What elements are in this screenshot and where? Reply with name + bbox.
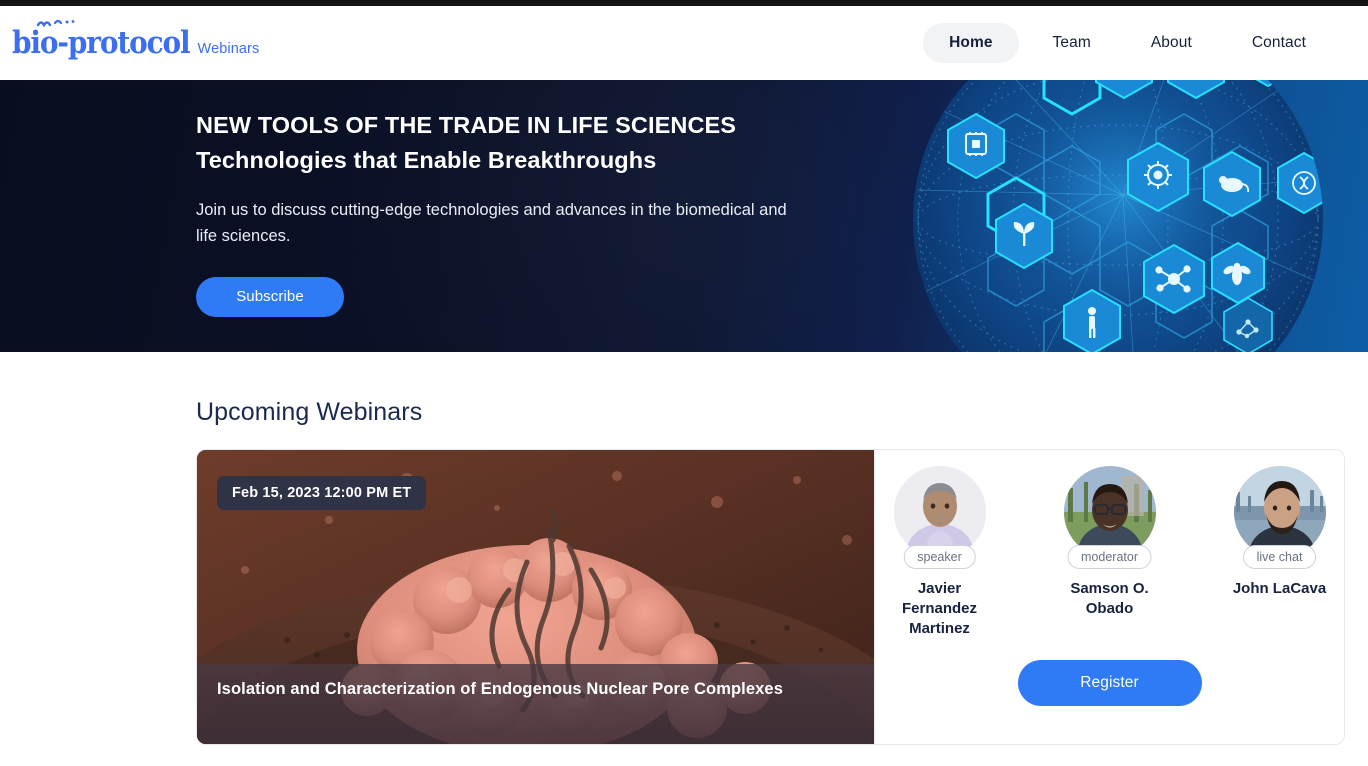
webinar-people-panel: speaker Javier Fernandez Martinez modera…	[874, 450, 1344, 744]
person-moderator[interactable]: moderator Samson O. Obado	[1056, 466, 1164, 638]
site-header: bio-protocol Webinars Home Team About Co…	[0, 6, 1368, 80]
nav-item-contact[interactable]: Contact	[1226, 23, 1332, 63]
person-name-moderator: Samson O. Obado	[1070, 580, 1149, 617]
brand-logo-link[interactable]: bio-protocol Webinars	[12, 19, 260, 61]
role-badge-speaker: speaker	[903, 545, 976, 569]
person-name-live-chat: John LaCava	[1232, 580, 1327, 597]
hero-subtitle: Join us to discuss cutting-edge technolo…	[196, 200, 787, 246]
nav-item-team[interactable]: Team	[1027, 23, 1117, 63]
section-title-upcoming-webinars: Upcoming Webinars	[196, 398, 423, 426]
hero-title-secondary: Technologies that Enable Breakthroughs	[196, 147, 657, 174]
webinar-title-overlay: Isolation and Characterization of Endoge…	[197, 664, 874, 744]
nav-item-home[interactable]: Home	[923, 23, 1019, 63]
subscribe-button[interactable]: Subscribe	[196, 276, 344, 317]
brand-wordmark-text: bio-protocol	[12, 24, 191, 61]
webinar-card[interactable]: Feb 15, 2023 12:00 PM ET Isolation and C…	[196, 449, 1345, 745]
role-badge-live-chat: live chat	[1242, 545, 1317, 569]
webinar-date-badge: Feb 15, 2023 12:00 PM ET	[217, 476, 427, 510]
brand-subtitle: Webinars	[197, 40, 260, 57]
register-button[interactable]: Register	[1017, 660, 1202, 707]
hero-copy: NEW TOOLS OF THE TRADE IN LIFE SCIENCES …	[0, 80, 1368, 317]
webinar-image-panel: Feb 15, 2023 12:00 PM ET Isolation and C…	[197, 450, 874, 744]
primary-navigation: Home Team About Contact	[923, 23, 1332, 63]
webinar-title: Isolation and Characterization of Endoge…	[217, 680, 783, 698]
person-speaker[interactable]: speaker Javier Fernandez Martinez	[886, 466, 994, 638]
person-name-speaker: Javier Fernandez Martinez	[901, 580, 977, 637]
hero-title-primary: NEW TOOLS OF THE TRADE IN LIFE SCIENCES	[196, 112, 737, 138]
brand-wordmark: bio-protocol	[12, 19, 191, 61]
role-badge-moderator: moderator	[1067, 545, 1152, 569]
avatar-wrapper: live chat	[1233, 466, 1326, 569]
nav-item-about[interactable]: About	[1125, 23, 1218, 63]
speakers-row: speaker Javier Fernandez Martinez modera…	[875, 466, 1344, 638]
hero-banner: NEW TOOLS OF THE TRADE IN LIFE SCIENCES …	[0, 80, 1368, 352]
avatar-wrapper: moderator	[1063, 466, 1156, 569]
main-content: Upcoming Webinars Feb 15, 2023 12:00 PM …	[0, 352, 1368, 745]
avatar-wrapper: speaker	[893, 466, 986, 569]
person-live-chat[interactable]: live chat John LaCava	[1226, 466, 1334, 638]
